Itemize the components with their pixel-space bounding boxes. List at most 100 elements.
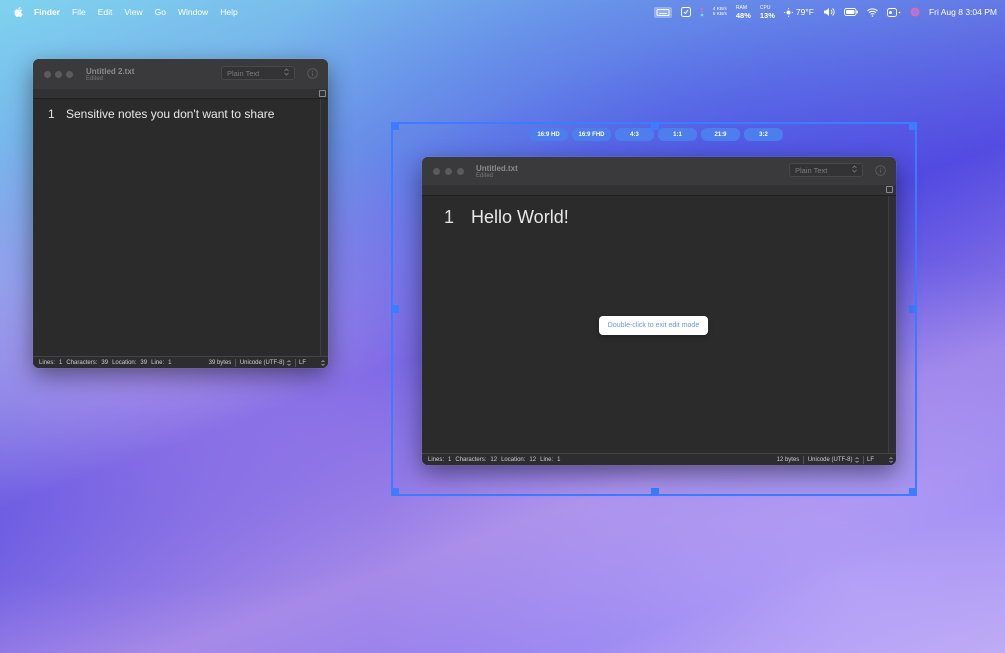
textedit-window-untitled: Untitled.txt Edited Plain Text 1 Hello W… bbox=[422, 157, 896, 465]
menu-window[interactable]: Window bbox=[178, 7, 208, 17]
cpu-stat[interactable]: CPU 13% bbox=[760, 5, 775, 20]
editor-line[interactable]: Hello World! bbox=[471, 207, 569, 228]
window-controls bbox=[44, 70, 73, 78]
close-button[interactable] bbox=[44, 70, 51, 78]
editor-line[interactable]: Sensitive notes you don't want to share bbox=[66, 107, 274, 121]
ratio-16-9-hd-button[interactable]: 16:9 HD bbox=[529, 128, 568, 141]
editor-toolbar bbox=[422, 185, 896, 196]
resize-handle-bottom-right[interactable] bbox=[909, 488, 917, 496]
format-select[interactable]: Plain Text bbox=[789, 163, 863, 177]
format-select-value: Plain Text bbox=[227, 68, 260, 78]
status-dots-icon[interactable] bbox=[700, 7, 704, 17]
ratio-3-2-button[interactable]: 3:2 bbox=[744, 128, 783, 141]
resize-handle-top-left[interactable] bbox=[391, 122, 399, 130]
split-view-icon[interactable] bbox=[886, 186, 893, 193]
location-label: Location: bbox=[112, 359, 137, 366]
siri-icon[interactable] bbox=[910, 7, 920, 17]
line-number: 1 bbox=[444, 207, 455, 227]
minimize-button[interactable] bbox=[55, 70, 62, 78]
zoom-button[interactable] bbox=[457, 167, 464, 175]
lines-value: 1 bbox=[59, 359, 63, 366]
info-icon[interactable] bbox=[875, 165, 886, 176]
ram-stat[interactable]: RAM 48% bbox=[736, 5, 751, 20]
exit-edit-mode-hint: Double-click to exit edit mode bbox=[599, 316, 708, 335]
ratio-16-9-fhd-button[interactable]: 16:9 FHD bbox=[572, 128, 611, 141]
resize-handle-bottom[interactable] bbox=[651, 488, 659, 496]
network-down: 6 KB/s bbox=[712, 12, 727, 17]
line-value: 1 bbox=[557, 456, 561, 463]
split-view-icon[interactable] bbox=[319, 90, 326, 97]
window-subtitle: Edited bbox=[86, 75, 104, 82]
location-value: 12 bbox=[529, 456, 537, 463]
encoding-select[interactable]: Unicode (UTF-8) bbox=[240, 360, 291, 366]
battery-icon[interactable] bbox=[844, 8, 858, 16]
wifi-icon[interactable] bbox=[867, 7, 878, 17]
menubar-clock[interactable]: Fri Aug 8 3:04 PM bbox=[929, 7, 997, 17]
chevron-updown-icon bbox=[284, 68, 289, 78]
status-bar: Lines: 1 Characters: 39 Location: 39 Lin… bbox=[33, 356, 328, 368]
format-select[interactable]: Plain Text bbox=[221, 66, 295, 80]
resize-handle-bottom-left[interactable] bbox=[391, 488, 399, 496]
window-title-block: Untitled 2.txt Edited bbox=[86, 67, 134, 82]
lines-label: Lines: bbox=[428, 456, 445, 463]
chevron-updown-icon bbox=[889, 456, 893, 463]
vertical-scrollbar[interactable] bbox=[888, 196, 896, 453]
location-value: 39 bbox=[140, 359, 148, 366]
chars-label: Characters: bbox=[455, 456, 487, 463]
window-title: Untitled.txt bbox=[476, 163, 518, 173]
status-divider bbox=[862, 455, 863, 464]
menu-edit[interactable]: Edit bbox=[98, 7, 113, 17]
resize-handle-right[interactable] bbox=[909, 305, 917, 313]
ratio-21-9-button[interactable]: 21:9 bbox=[701, 128, 740, 141]
window-titlebar[interactable]: Untitled.txt Edited Plain Text bbox=[422, 157, 896, 185]
status-divider bbox=[294, 358, 295, 367]
menu-finder[interactable]: Finder bbox=[34, 7, 60, 17]
weather-temp: 79°F bbox=[795, 7, 814, 17]
line-number: 1 bbox=[48, 107, 55, 121]
resize-handle-top-right[interactable] bbox=[909, 122, 917, 130]
close-button[interactable] bbox=[433, 167, 440, 175]
menu-view[interactable]: View bbox=[124, 7, 142, 17]
line-ending-value: LF bbox=[299, 359, 307, 366]
editor-toolbar bbox=[33, 89, 328, 99]
chevron-updown-icon bbox=[852, 165, 857, 175]
window-subtitle: Edited bbox=[476, 172, 494, 179]
lines-label: Lines: bbox=[39, 359, 56, 366]
chars-value: 39 bbox=[101, 359, 109, 366]
encoding-select[interactable]: Unicode (UTF-8) bbox=[808, 457, 859, 463]
ratio-4-3-button[interactable]: 4:3 bbox=[615, 128, 654, 141]
menu-go[interactable]: Go bbox=[155, 7, 166, 17]
window-title-block: Untitled.txt Edited bbox=[476, 164, 518, 179]
volume-icon[interactable] bbox=[823, 7, 835, 17]
ram-value: 48% bbox=[735, 10, 751, 20]
status-divider bbox=[803, 455, 804, 464]
minimize-button[interactable] bbox=[445, 167, 452, 175]
apple-icon[interactable] bbox=[12, 6, 24, 18]
info-icon[interactable] bbox=[307, 68, 318, 79]
encoding-value: Unicode (UTF-8) bbox=[239, 359, 285, 366]
zoom-button[interactable] bbox=[66, 70, 73, 78]
text-editor[interactable]: 1 Sensitive notes you don't want to shar… bbox=[33, 99, 328, 356]
network-speed[interactable]: 4 KB/s 6 KB/s bbox=[713, 7, 727, 18]
weather-widget[interactable]: 79°F bbox=[783, 7, 814, 17]
resize-handle-left[interactable] bbox=[391, 305, 399, 313]
status-divider bbox=[235, 358, 236, 367]
screenshot-tool-icon[interactable] bbox=[680, 7, 691, 17]
menu-help[interactable]: Help bbox=[220, 7, 237, 17]
keyboard-icon[interactable] bbox=[653, 6, 672, 18]
chevron-updown-icon bbox=[321, 359, 325, 366]
line-ending-select[interactable]: LF bbox=[299, 360, 325, 366]
vertical-scrollbar[interactable] bbox=[320, 99, 328, 356]
line-ending-select[interactable]: LF bbox=[867, 457, 893, 463]
menu-file[interactable]: File bbox=[72, 7, 86, 17]
sun-icon bbox=[783, 7, 793, 17]
ratio-1-1-button[interactable]: 1:1 bbox=[658, 128, 697, 141]
line-label: Line: bbox=[151, 359, 165, 366]
byte-count: 12 bytes bbox=[776, 456, 800, 463]
control-center-icon[interactable] bbox=[887, 7, 901, 17]
window-titlebar[interactable]: Untitled 2.txt Edited Plain Text bbox=[33, 59, 328, 89]
line-label: Line: bbox=[540, 456, 554, 463]
chars-value: 12 bbox=[490, 456, 498, 463]
status-bar: Lines: 1 Characters: 12 Location: 12 Lin… bbox=[422, 453, 896, 465]
window-title: Untitled 2.txt bbox=[86, 66, 135, 76]
